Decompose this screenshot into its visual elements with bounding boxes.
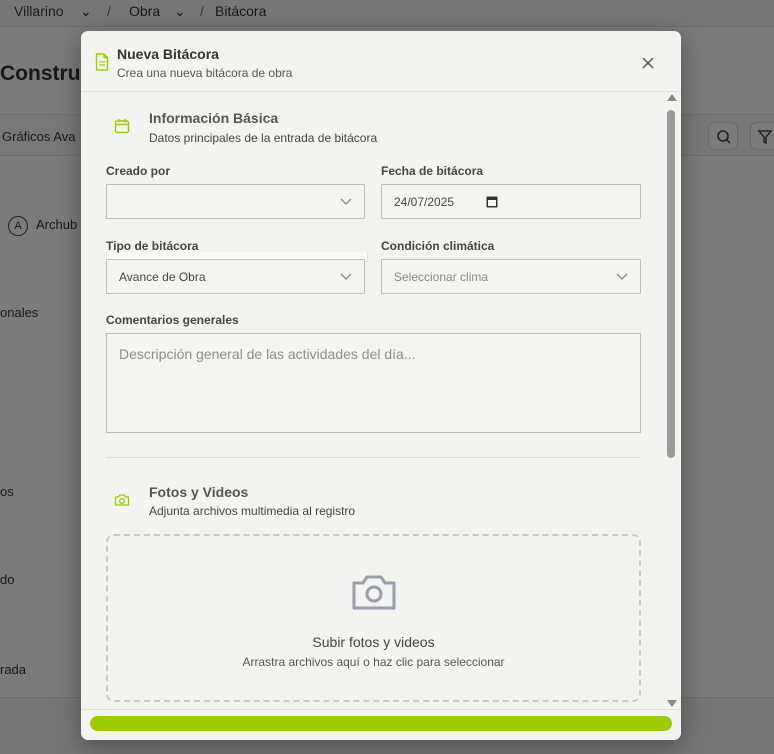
comments-textarea[interactable]: Descripción general de las actividades d…	[106, 333, 641, 433]
created-by-select[interactable]	[106, 184, 365, 219]
document-icon	[95, 53, 109, 71]
created-by-label: Creado por	[106, 164, 171, 178]
scroll-down-arrow-icon[interactable]	[667, 700, 677, 707]
modal-header: Nueva Bitácora Crea una nueva bitácora d…	[81, 31, 681, 92]
camera-icon	[114, 494, 130, 506]
new-log-modal: Nueva Bitácora Crea una nueva bitácora d…	[81, 31, 681, 740]
calendar-icon	[114, 119, 130, 134]
chevron-down-icon	[616, 273, 628, 280]
progress-bar	[90, 716, 672, 731]
progress-fill	[90, 716, 672, 731]
comments-placeholder: Descripción general de las actividades d…	[119, 346, 416, 362]
weather-placeholder: Seleccionar clima	[394, 270, 489, 284]
camera-icon	[352, 575, 396, 610]
basic-info-title: Información Básica	[149, 110, 279, 126]
type-label: Tipo de bitácora	[106, 239, 199, 253]
section-divider	[106, 457, 641, 458]
weather-select[interactable]: Seleccionar clima	[381, 259, 641, 294]
modal-footer	[81, 709, 681, 740]
comments-label: Comentarios generales	[106, 313, 239, 327]
modal-title: Nueva Bitácora	[117, 46, 219, 62]
modal-subtitle: Crea una nueva bitácora de obra	[117, 66, 293, 80]
type-select[interactable]: Avance de Obra	[106, 259, 365, 294]
upload-dropzone[interactable]: Subir fotos y videos Arrastra archivos a…	[106, 534, 641, 702]
date-label: Fecha de bitácora	[381, 164, 484, 178]
scroll-up-arrow-icon[interactable]	[667, 94, 677, 101]
scrollbar[interactable]	[666, 94, 677, 707]
media-title: Fotos y Videos	[149, 484, 249, 500]
weather-label: Condición climática	[381, 239, 495, 253]
chevron-down-icon	[340, 273, 352, 280]
upload-subtitle: Arrastra archivos aquí o haz clic para s…	[242, 655, 505, 669]
upload-title: Subir fotos y videos	[312, 634, 435, 650]
date-value: 24/07/2025	[394, 195, 455, 209]
basic-info-subtitle: Datos principales de la entrada de bitác…	[149, 131, 378, 145]
close-icon	[642, 57, 654, 69]
date-input[interactable]: 24/07/2025	[381, 184, 641, 219]
scrollbar-thumb[interactable]	[667, 110, 675, 458]
type-value: Avance de Obra	[119, 270, 206, 284]
modal-body: Información Básica Datos principales de …	[81, 92, 681, 709]
media-subtitle: Adjunta archivos multimedia al registro	[149, 504, 356, 518]
calendar-picker-icon[interactable]	[486, 195, 498, 208]
close-button[interactable]	[638, 53, 658, 73]
chevron-down-icon	[340, 198, 352, 205]
